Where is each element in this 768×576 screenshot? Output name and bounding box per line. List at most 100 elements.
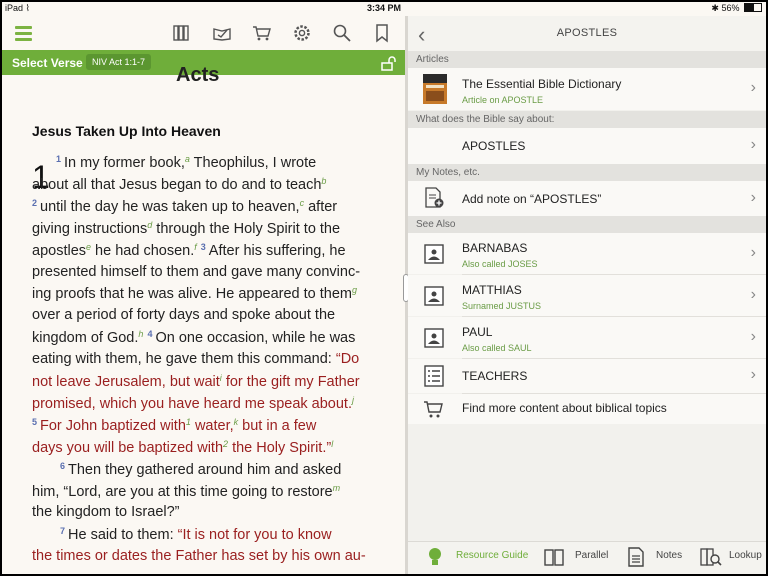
cart-icon[interactable] [252,23,272,43]
verse-line[interactable]: 7 He said to them: “It is not for you to … [60,526,332,548]
verse-text: until the day he was taken up to heaven, [40,198,300,215]
article-row[interactable]: The Essential Bible Dictionary Article o… [408,68,766,110]
article-subtitle: Article on APOSTLE [462,95,544,105]
reading-plan-icon[interactable] [212,23,232,43]
words-of-christ: for the gift my Father [221,374,360,390]
footnote-marker[interactable]: j [352,395,354,405]
see-also-row-paul[interactable]: PAUL Also called SAUL › [408,317,766,358]
bookmark-icon[interactable] [372,23,392,43]
settings-icon[interactable] [292,23,312,43]
verse-number: 3 [200,241,206,252]
parallel-books-icon[interactable] [544,547,564,567]
tab-resource-guide[interactable]: Resource Guide [456,550,528,561]
add-note-row[interactable]: Add note on “APOSTLES” › [408,181,766,216]
verse-text: giving instructions [32,220,148,237]
see-also-subtitle: Also called SAUL [462,343,532,353]
chevron-right-icon: › [750,366,756,383]
topic-row[interactable]: APOSTLES › [408,128,766,164]
chevron-right-icon: › [750,286,756,303]
verse-number: 1 [56,154,62,164]
add-note-icon [425,187,444,208]
verse-line[interactable]: 6 Then they gathered around him and asked [60,461,341,483]
section-bible-say: What does the Bible say about: [408,111,766,128]
person-picture-icon [424,244,444,264]
words-of-christ: For John baptized with [40,417,186,434]
add-note-label: Add note on “APOSTLES” [462,192,602,206]
verse-line[interactable]: days you will be baptized with2 the Holy… [32,439,333,461]
find-more-row[interactable]: Find more content about biblical topics [408,394,766,424]
verse-text: about all that Jesus began to do and to … [32,176,322,193]
verse-number: 6 [60,460,66,471]
resource-guide-pane: ‹ APOSTLES Articles The Essential Bible … [408,16,766,574]
verse-text: Then they gathered around him and asked [68,461,342,478]
person-picture-icon [424,286,444,306]
find-more-label: Find more content about biblical topics [462,401,667,415]
see-also-title: PAUL [462,325,493,339]
chevron-right-icon: › [750,189,756,206]
chevron-right-icon: › [750,79,756,96]
guide-title: APOSTLES [556,27,618,39]
verse-line[interactable]: 2 until the day he was taken up to heaven… [32,198,337,220]
words-of-christ: days you will be baptized with [32,439,224,456]
lookup-icon[interactable] [700,547,722,567]
words-of-christ: “Do [335,351,360,368]
verse-line[interactable]: eating with them, he gave them this comm… [32,351,359,373]
verse-text: the kingdom to Israel?” [32,504,180,521]
footnote-marker[interactable]: l [331,439,333,449]
words-of-christ: promised, which you have heard me speak … [32,395,352,412]
verse-line[interactable]: presented himself to them and gave many … [32,264,360,286]
verse-text: after [304,198,338,215]
topic-title: APOSTLES [462,139,526,153]
see-also-row-barnabas[interactable]: BARNABAS Also called JOSES › [408,233,766,274]
tab-parallel[interactable]: Parallel [575,550,608,561]
reference-badge[interactable]: NIV Act 1:1-7 [86,54,152,70]
footnote-marker[interactable]: m [333,483,341,493]
status-time: 3:34 PM [366,3,401,13]
book-title: Acts [176,64,220,86]
verse-text: apostles [32,242,87,259]
reader-pane: Select Verse NIV Act 1:1-7 Acts Jesus Ta… [2,16,405,574]
dictionary-cover-icon [423,74,447,104]
verse-text: He said to them: [68,527,178,544]
verse-line[interactable]: about all that Jesus began to do and to … [32,176,326,198]
verse-text: through the Holy Spirit to the [152,220,341,237]
verse-text: After his suffering, he [208,242,346,259]
words-of-christ: “It is not for you to know [177,527,332,544]
verse-line[interactable]: 1 In my former book,a Theophilus, I wrote [56,154,316,176]
verse-line[interactable]: promised, which you have heard me speak … [32,395,354,417]
verse-line[interactable]: 5 For John baptized with1 water,k but in … [32,417,316,439]
select-verse-button[interactable]: Select Verse [12,56,83,70]
unlock-icon[interactable] [380,55,396,71]
verse-line[interactable]: ing proofs that he was alive. He appeare… [32,285,357,307]
verse-line[interactable]: over a period of forty days and spoke ab… [32,307,335,329]
tab-lookup[interactable]: Lookup [729,550,762,561]
bottom-tab-bar: Resource Guide Parallel Notes Lookup [408,541,766,574]
verse-line[interactable]: the times or dates the Father has set by… [32,548,366,570]
footnote-marker[interactable]: g [352,285,357,295]
tab-notes[interactable]: Notes [656,550,682,561]
section-notes: My Notes, etc. [408,164,766,181]
search-icon[interactable] [332,23,352,43]
see-also-row-matthias[interactable]: MATTHIAS Surnamed JUSTUS › [408,275,766,316]
library-icon[interactable] [172,23,192,43]
lightbulb-icon[interactable] [426,547,444,567]
status-right: ✱ 56% [711,3,762,14]
verse-text: him, “Lord, are you at this time going t… [32,483,333,500]
see-also-subtitle: Surnamed JUSTUS [462,301,542,311]
words-of-christ: water, [190,417,234,434]
footnote-marker[interactable]: b [321,176,326,186]
verse-text: over a period of forty days and spoke ab… [32,307,336,324]
notes-icon[interactable] [627,547,645,567]
verse-line[interactable]: giving instructionsd through the Holy Sp… [32,220,340,242]
section-heading: Jesus Taken Up Into Heaven [32,123,221,139]
hamburger-icon[interactable] [15,26,32,41]
verse-line[interactable]: kingdom of God.h 4 On one occasion, while… [32,329,355,351]
verse-line[interactable]: apostlese he had chosen.f 3 After his suf… [32,242,346,264]
verse-line[interactable]: him, “Lord, are you at this time going t… [32,483,340,505]
words-of-christ: not leave Jerusalem, but wait [32,374,220,390]
verse-text: he had chosen. [91,242,195,259]
see-also-row-teachers[interactable]: TEACHERS › [408,359,766,393]
verse-line[interactable]: not leave Jerusalem, but waiti for the g… [32,373,360,395]
verse-line[interactable]: the kingdom to Israel?” [32,504,180,526]
verse-text: presented himself to them and gave many … [32,263,361,280]
